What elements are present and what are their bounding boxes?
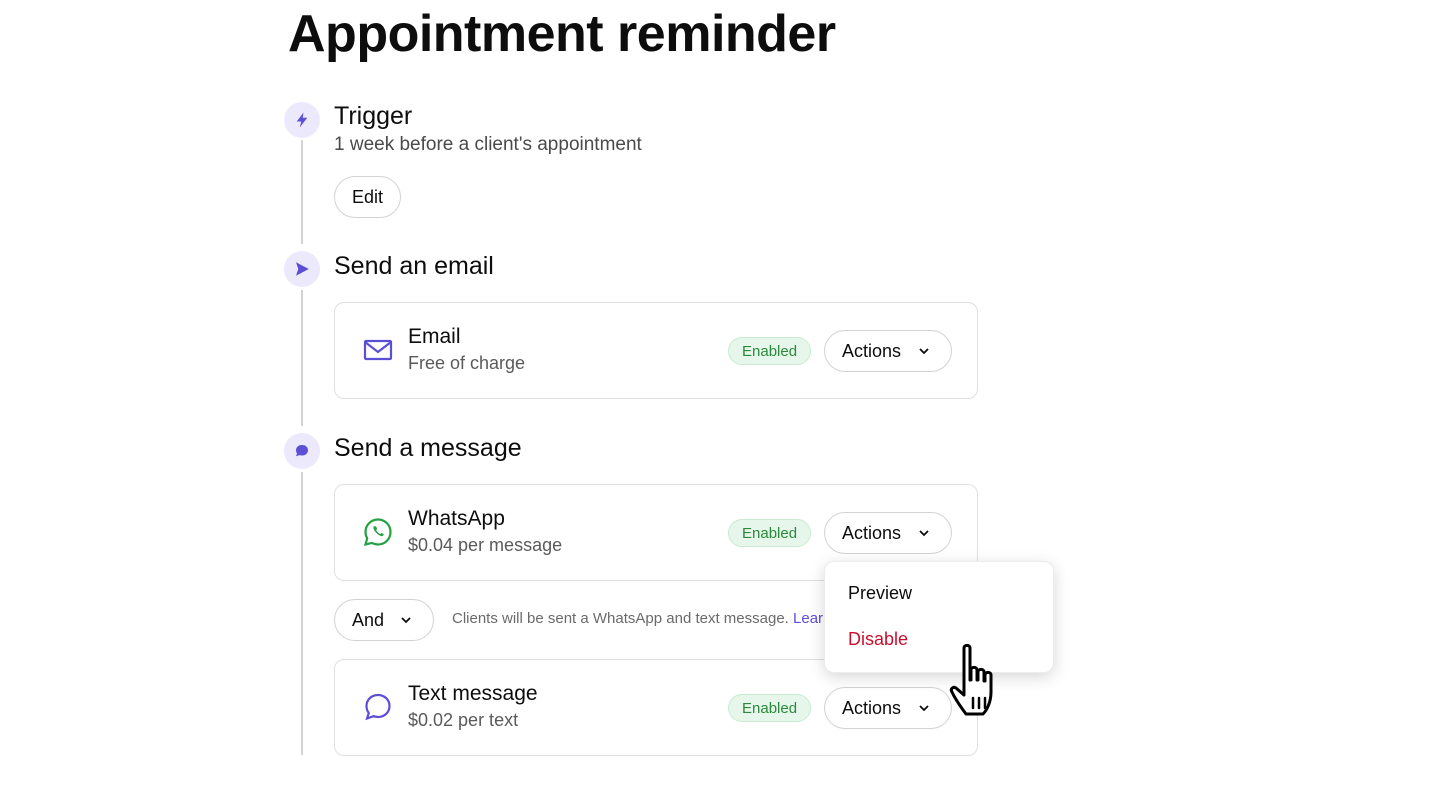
send-email-title: Send an email — [334, 252, 494, 280]
and-label: And — [352, 609, 385, 630]
status-badge: Enabled — [728, 694, 812, 722]
sms-channel-card: Text message $0.02 per text Enabled Acti… — [334, 659, 978, 756]
send-icon — [284, 251, 320, 287]
email-actions-button[interactable]: Actions — [824, 330, 952, 372]
chat-bubble-icon — [284, 433, 320, 469]
whatsapp-icon — [363, 518, 392, 547]
send-message-title: Send a message — [334, 434, 522, 462]
lightning-icon — [284, 102, 320, 138]
sms-actions-button[interactable]: Actions — [824, 687, 952, 729]
menu-item-disable[interactable]: Disable — [848, 629, 908, 650]
timeline-connector — [301, 290, 303, 426]
timeline-connector — [301, 140, 303, 244]
hand-pointer-cursor-icon — [949, 643, 993, 716]
and-or-select[interactable]: And — [334, 599, 434, 641]
edit-trigger-button[interactable]: Edit — [334, 176, 401, 218]
email-card-price: Free of charge — [408, 353, 526, 373]
actions-label: Actions — [842, 697, 902, 718]
email-card-title: Email — [408, 325, 461, 348]
speech-bubble-icon — [365, 693, 391, 721]
page-title: Appointment reminder — [288, 5, 836, 63]
actions-label: Actions — [842, 522, 902, 543]
combiner-info: Clients will be sent a WhatsApp and text… — [452, 610, 831, 627]
status-badge: Enabled — [728, 519, 812, 547]
chevron-down-icon — [919, 348, 929, 355]
timeline-connector — [301, 472, 303, 755]
email-channel-card: Email Free of charge Enabled Actions — [334, 302, 978, 399]
chevron-down-icon — [919, 530, 929, 537]
sms-card-title: Text message — [408, 682, 538, 705]
combiner-info-text: Clients will be sent a WhatsApp and text… — [452, 610, 789, 627]
status-badge: Enabled — [728, 337, 812, 365]
edit-button-label: Edit — [351, 186, 384, 207]
chevron-down-icon — [401, 617, 411, 624]
trigger-description: 1 week before a client's appointment — [334, 134, 642, 155]
menu-item-preview[interactable]: Preview — [848, 583, 912, 604]
envelope-icon — [363, 339, 393, 361]
actions-label: Actions — [842, 340, 902, 361]
whatsapp-card-price: $0.04 per message — [408, 535, 563, 555]
trigger-title: Trigger — [334, 102, 413, 130]
sms-card-price: $0.02 per text — [408, 710, 519, 730]
chevron-down-icon — [919, 705, 929, 712]
whatsapp-actions-button[interactable]: Actions — [824, 512, 952, 554]
whatsapp-card-title: WhatsApp — [408, 507, 505, 530]
